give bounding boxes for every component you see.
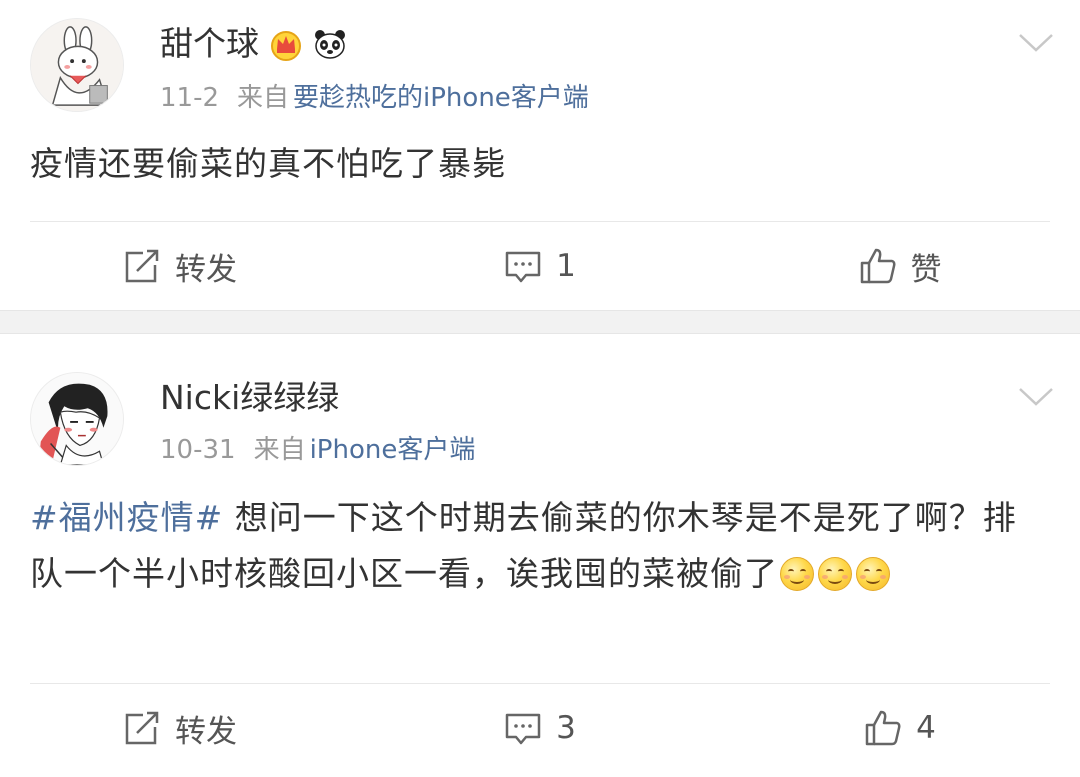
from-label: 来自 [237,83,290,113]
chevron-down-icon[interactable] [1018,32,1054,54]
post-separator [0,310,1080,334]
thumbs-up-icon [865,710,901,746]
smile-emoji-icon [818,557,852,591]
post-source[interactable]: iPhone客户端 [310,435,476,465]
repost-icon [125,249,159,283]
chevron-down-icon[interactable] [1018,386,1054,408]
comment-icon [505,251,541,283]
action-bar: 转发 3 4 [0,684,1080,772]
post-card: 甜个球 11-2 来自 要趁热吃的iPhone客户端 疫情还要偷菜的真不怕吃了暴毙 … [0,0,1080,310]
post-date: 10-31 [160,435,236,465]
comment-icon [505,713,541,745]
post-card: Nicki绿绿绿 10-31 来自 iPhone客户端 #福州疫情# 想问一下这个时… [0,334,1080,777]
comment-button[interactable]: 1 [360,222,720,310]
avatar[interactable] [30,372,124,466]
post-meta: 11-2 来自 要趁热吃的iPhone客户端 [160,82,589,114]
user-name[interactable]: 甜个球 [160,24,347,64]
crown-icon [271,31,301,61]
repost-icon [125,711,159,745]
repost-button[interactable]: 转发 [0,684,360,772]
like-button[interactable]: 4 [720,684,1080,772]
repost-button[interactable]: 转发 [0,222,360,310]
like-button[interactable]: 赞 [720,222,1080,310]
comment-button[interactable]: 3 [360,684,720,772]
thumbs-up-icon [860,248,895,284]
smile-emoji-icon [856,557,890,591]
post-date: 11-2 [160,83,220,113]
smile-emoji-icon [780,557,814,591]
panda-icon [315,30,345,59]
post-content: #福州疫情# 想问一下这个时期去偷菜的你木琴是不是死了啊？排队一个半小时核酸回小… [30,490,1020,602]
from-label: 来自 [253,435,306,465]
post-content: 疫情还要偷菜的真不怕吃了暴毙 [30,144,506,183]
action-bar: 转发 1 赞 [0,222,1080,310]
post-source[interactable]: 要趁热吃的iPhone客户端 [293,83,589,113]
avatar[interactable] [30,18,124,112]
post-meta: 10-31 来自 iPhone客户端 [160,434,475,466]
user-name[interactable]: Nicki绿绿绿 [160,378,339,418]
hashtag-link[interactable]: #福州疫情# [30,498,223,537]
